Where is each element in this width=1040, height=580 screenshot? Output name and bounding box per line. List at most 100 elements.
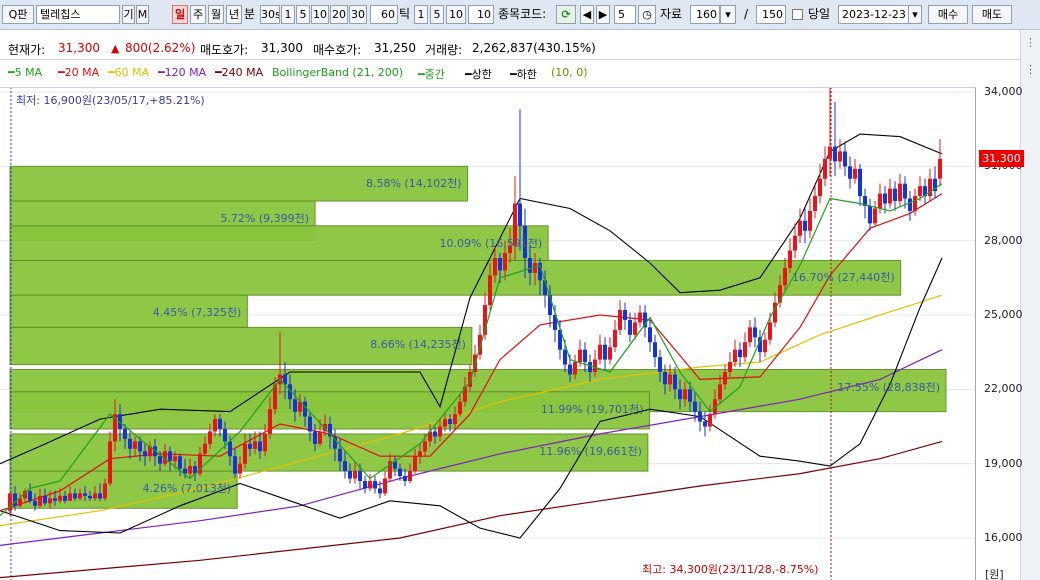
candle-down	[308, 416, 312, 432]
candle-down	[648, 327, 652, 343]
candle-down	[223, 428, 227, 442]
candle-up	[613, 329, 617, 348]
today-checkbox[interactable]	[792, 9, 803, 20]
candle-up	[878, 193, 882, 209]
candle-up	[503, 253, 507, 271]
legend-bollinger[interactable]: BollingerBand (21, 200)	[272, 66, 403, 79]
minute-label: 분	[244, 7, 256, 21]
candle-up	[748, 327, 752, 343]
minute-30-button[interactable]: 30	[349, 5, 367, 24]
legend-ma5[interactable]: ━5 MA	[8, 66, 42, 79]
candle-up	[353, 471, 357, 479]
candle-up	[68, 493, 72, 501]
candle-down	[88, 495, 92, 499]
current-price-value: 31,300	[58, 41, 100, 55]
ask-label: 매도호가:	[200, 43, 249, 57]
panel-grip-icon[interactable]: ⋮	[1025, 36, 1036, 49]
period-day-tab[interactable]: 일	[172, 5, 188, 24]
legend-bb-mid[interactable]: ━중간	[418, 66, 445, 82]
legend-ma60[interactable]: ━60 MA	[108, 66, 149, 79]
y-tick-label: 16,000	[984, 531, 1023, 544]
buy-button[interactable]: 매수	[928, 5, 968, 24]
candle-down	[693, 401, 697, 412]
refresh-icon[interactable]: ⟳	[556, 5, 576, 24]
code-value-input[interactable]: 5	[614, 5, 636, 24]
legend-ma240[interactable]: ━240 MA	[215, 66, 263, 79]
candle-down	[168, 451, 172, 462]
indicator-legend: ━5 MA ━20 MA ━60 MA ━120 MA ━240 MA Boll…	[0, 62, 1040, 84]
candle-up	[638, 312, 642, 323]
stock-name-input[interactable]: 텔레칩스	[36, 5, 120, 24]
minute-5-button[interactable]: 5	[296, 5, 310, 24]
candle-up	[93, 493, 97, 499]
candle-up	[593, 359, 597, 372]
volume-profile-label: 8.66% (14,235천)	[370, 338, 466, 352]
candle-down	[893, 188, 897, 202]
legend-ma20[interactable]: ━20 MA	[58, 66, 99, 79]
candle-down	[338, 448, 342, 462]
legend-bb-upper[interactable]: ━상한	[465, 66, 492, 82]
minute-10-button[interactable]: 10	[311, 5, 329, 24]
date-input[interactable]: 2023-12-23	[838, 5, 910, 24]
candle-up	[453, 414, 457, 425]
candle-up	[318, 431, 322, 444]
clock-icon[interactable]: ◷	[638, 5, 656, 24]
prev-arrow-icon[interactable]: ◀	[580, 5, 594, 24]
candle-down	[868, 205, 872, 224]
candle-up	[728, 362, 732, 372]
tick-value-input[interactable]: 60	[370, 5, 398, 24]
legend-bb-param: (10, 0)	[551, 66, 588, 79]
sell-button[interactable]: 매도	[972, 5, 1012, 24]
candle-up	[208, 431, 212, 444]
slash-label: /	[744, 7, 749, 21]
candle-down	[498, 258, 502, 271]
price-change-value: 800(2.62%)	[125, 41, 196, 55]
legend-ma120[interactable]: ━120 MA	[158, 66, 206, 79]
right-scrollbar[interactable]: ⋮ ⋮	[1020, 30, 1040, 580]
minute-20-button[interactable]: 20	[330, 5, 348, 24]
date-dropdown-icon[interactable]: ▾	[908, 5, 922, 24]
tick-1-button[interactable]: 1	[414, 5, 428, 24]
candle-up	[793, 235, 797, 251]
candle-down	[303, 401, 307, 417]
candle-up	[938, 158, 942, 179]
candle-down	[753, 327, 757, 338]
next-arrow-icon[interactable]: ▶	[596, 5, 610, 24]
period-year-tab[interactable]: 년	[226, 5, 242, 24]
total-count-input[interactable]: 150	[756, 5, 786, 24]
tick-input[interactable]: 10	[468, 5, 494, 24]
volume-profile-label: 11.99% (19,701천)	[540, 402, 644, 416]
price-chart[interactable]	[0, 87, 976, 580]
y-tick-label: 25,000	[984, 308, 1023, 321]
candle-up	[413, 456, 417, 472]
legend-grip-icon[interactable]: ⋮	[1025, 63, 1036, 76]
candle-down	[908, 198, 912, 211]
candle-down	[673, 374, 677, 390]
candle-up	[808, 210, 812, 231]
today-label: 당일	[808, 7, 831, 21]
volume-profile-label: 17.55% (28,838천)	[837, 380, 940, 394]
candle-up	[238, 463, 242, 474]
ki-button[interactable]: 기	[122, 5, 135, 24]
tick-5-button[interactable]: 5	[430, 5, 444, 24]
m-button[interactable]: M	[136, 5, 149, 24]
period-week-tab[interactable]: 주	[190, 5, 206, 24]
candle-down	[348, 471, 352, 479]
candle-up	[468, 371, 472, 387]
data-count-input[interactable]: 160	[690, 5, 720, 24]
candle-down	[53, 498, 57, 501]
candle-down	[518, 203, 522, 226]
candle-up	[253, 441, 257, 449]
candle-down	[628, 319, 632, 335]
minute-1-button[interactable]: 1	[281, 5, 295, 24]
candle-down	[623, 310, 627, 320]
candle-down	[63, 495, 67, 501]
period-month-tab[interactable]: 월	[208, 5, 224, 24]
data-count-dropdown-icon[interactable]: ▾	[720, 5, 736, 24]
candle-up	[633, 322, 637, 335]
candle-up	[783, 267, 787, 286]
legend-bb-lower[interactable]: ━하한	[510, 66, 537, 82]
tick-10-button[interactable]: 10	[446, 5, 466, 24]
minute-30s-button[interactable]: 30s	[260, 5, 280, 24]
stock-search-button[interactable]: Q판	[2, 5, 34, 24]
